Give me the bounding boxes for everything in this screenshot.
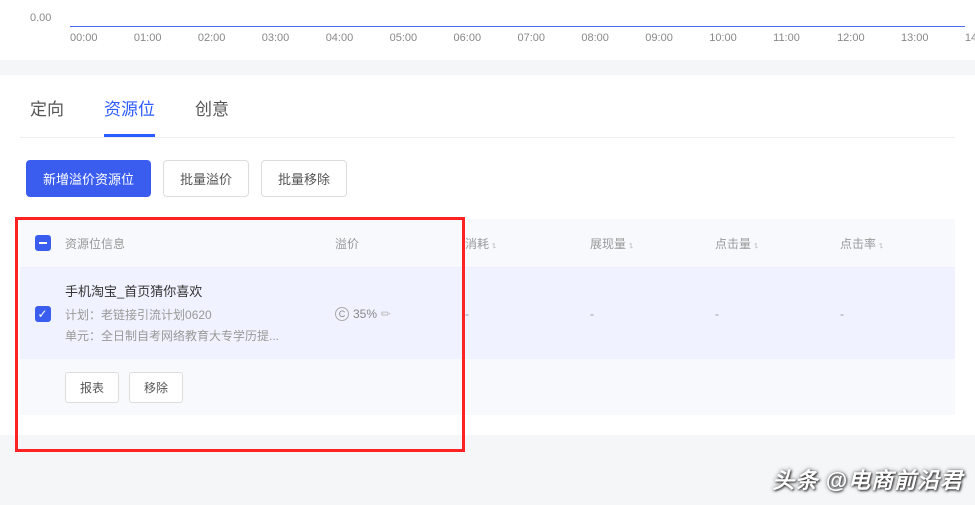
y-axis-tick: 0.00 — [30, 12, 51, 24]
table-footer: 报表 移除 — [20, 359, 955, 415]
edit-icon: ✎ — [378, 305, 395, 322]
remove-button[interactable]: 移除 — [129, 372, 183, 403]
cell-impressions: - — [580, 307, 705, 321]
placement-unit: 单元：全日制自考网络教育大专学历提... — [65, 326, 325, 346]
bulk-remove-button[interactable]: 批量移除 — [261, 160, 347, 197]
x-axis-ticks: 00:0001:0002:0003:0004:0005:0006:0007:00… — [70, 32, 965, 44]
cell-ctr: - — [830, 307, 955, 321]
report-button[interactable]: 报表 — [65, 372, 119, 403]
c-badge-icon: C — [335, 307, 349, 321]
tabs: 定向 资源位 创意 — [20, 75, 955, 138]
cell-clicks: - — [705, 307, 830, 321]
tab-creative[interactable]: 创意 — [195, 95, 229, 137]
main-panel: 定向 资源位 创意 新增溢价资源位 批量溢价 批量移除 资源位信息 溢价 消耗↑… — [0, 75, 975, 435]
add-placement-button[interactable]: 新增溢价资源位 — [26, 160, 151, 197]
col-header-info: 资源位信息 — [65, 235, 335, 252]
col-header-ctr[interactable]: 点击率↑↓ — [830, 235, 955, 252]
placement-plan: 计划：老链接引流计划0620 — [65, 305, 325, 325]
cell-spend: - — [455, 307, 580, 321]
tab-targeting[interactable]: 定向 — [30, 95, 64, 137]
chart-area: 0.00 00:0001:0002:0003:0004:0005:0006:00… — [0, 0, 975, 60]
toolbar: 新增溢价资源位 批量溢价 批量移除 — [26, 160, 955, 197]
select-all-checkbox[interactable] — [35, 235, 51, 251]
bulk-premium-button[interactable]: 批量溢价 — [163, 160, 249, 197]
sort-icon: ↑↓ — [628, 240, 631, 250]
sort-icon: ↑↓ — [491, 240, 494, 250]
col-header-spend[interactable]: 消耗↑↓ — [455, 235, 580, 252]
premium-value[interactable]: C 35% ✎ — [335, 307, 391, 321]
tab-placement[interactable]: 资源位 — [104, 95, 155, 137]
table: 资源位信息 溢价 消耗↑↓ 展现量↑↓ 点击量↑↓ 点击率↑↓ 手机淘宝_首页猜… — [20, 219, 955, 415]
placement-title: 手机淘宝_首页猜你喜欢 — [65, 281, 325, 300]
sort-icon: ↑↓ — [753, 240, 756, 250]
watermark: 头条 @电商前沿君 — [772, 463, 963, 495]
row-checkbox[interactable] — [35, 306, 51, 322]
col-header-premium: 溢价 — [335, 235, 455, 252]
table-row: 手机淘宝_首页猜你喜欢 计划：老链接引流计划0620 单元：全日制自考网络教育大… — [20, 267, 955, 359]
sort-icon: ↑↓ — [878, 240, 881, 250]
col-header-clicks[interactable]: 点击量↑↓ — [705, 235, 830, 252]
placement-info: 手机淘宝_首页猜你喜欢 计划：老链接引流计划0620 单元：全日制自考网络教育大… — [65, 281, 335, 346]
table-header: 资源位信息 溢价 消耗↑↓ 展现量↑↓ 点击量↑↓ 点击率↑↓ — [20, 219, 955, 267]
chart-line — [70, 26, 965, 27]
col-header-impressions[interactable]: 展现量↑↓ — [580, 235, 705, 252]
